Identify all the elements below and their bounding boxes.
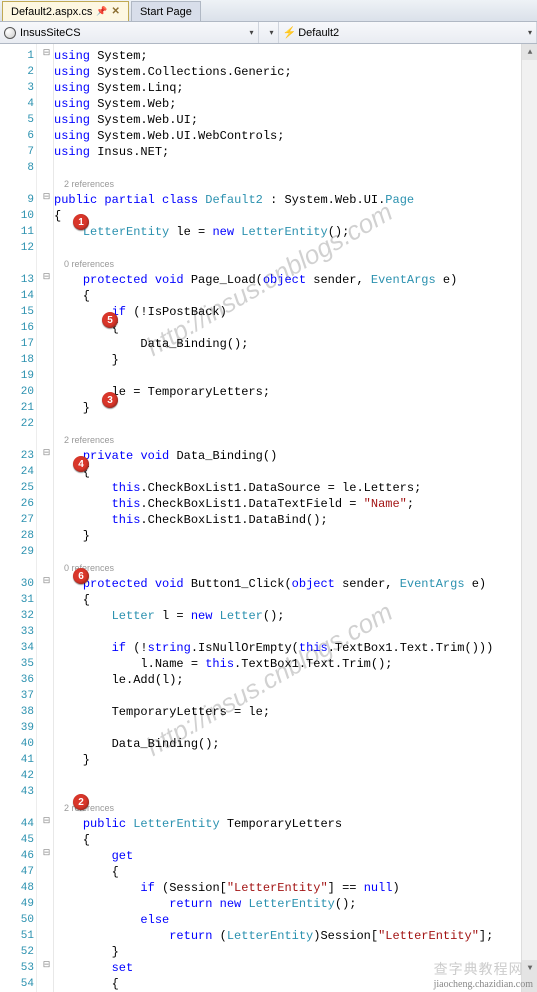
code-line[interactable]: this.CheckBoxList1.DataTextField = "Name… (54, 496, 537, 512)
code-line[interactable]: { (54, 864, 537, 880)
code-line[interactable]: { (54, 208, 537, 224)
fold-toggle[interactable]: ⊟ (41, 848, 52, 858)
code-line[interactable]: Data_Binding(); (54, 736, 537, 752)
code-editor[interactable]: 1234567891011121314151617181920212223242… (0, 44, 537, 992)
chevron-down-icon: ▾ (528, 28, 532, 37)
codelens-reference[interactable]: 0 references (54, 256, 537, 272)
lightning-icon: ⚡ (283, 26, 297, 39)
annotation-badge-6: 6 (73, 568, 89, 584)
line-number-gutter: 1234567891011121314151617181920212223242… (0, 44, 40, 992)
code-line[interactable]: { (54, 288, 537, 304)
code-line[interactable]: get (54, 848, 537, 864)
annotation-badge-5: 5 (102, 312, 118, 328)
code-line[interactable]: { (54, 320, 537, 336)
tab-label: Start Page (140, 6, 192, 18)
code-line[interactable]: using System.Web; (54, 96, 537, 112)
fold-toggle[interactable]: ⊟ (41, 448, 52, 458)
tab-active-file[interactable]: Default2.aspx.cs 📌 ✕ (2, 1, 129, 21)
code-line[interactable]: using System; (54, 48, 537, 64)
fold-toggle[interactable]: ⊟ (41, 272, 52, 282)
code-line[interactable]: using System.Collections.Generic; (54, 64, 537, 80)
fold-toggle[interactable]: ⊟ (41, 576, 52, 586)
code-line[interactable]: protected void Button1_Click(object send… (54, 576, 537, 592)
code-line[interactable]: LetterEntity le = new LetterEntity(); (54, 224, 537, 240)
tab-label: Default2.aspx.cs (11, 6, 92, 18)
code-line[interactable]: Data_Binding(); (54, 336, 537, 352)
code-area[interactable]: using System;using System.Collections.Ge… (54, 44, 537, 992)
document-tab-bar: Default2.aspx.cs 📌 ✕ Start Page (0, 0, 537, 22)
code-line[interactable]: { (54, 464, 537, 480)
footer-watermark: 查字典教程网 jiaocheng.chazidian.com (434, 959, 533, 990)
fold-toggle[interactable]: ⊟ (41, 816, 52, 826)
pin-icon[interactable]: 📌 (96, 6, 107, 17)
code-line[interactable]: using Insus.NET; (54, 144, 537, 160)
nav-project-label: InsusSiteCS (20, 27, 81, 39)
fold-toggle[interactable]: ⊟ (41, 960, 52, 970)
code-line[interactable]: { (54, 832, 537, 848)
codelens-reference[interactable]: 2 references (54, 800, 537, 816)
code-line[interactable]: TemporaryLetters = le; (54, 704, 537, 720)
annotation-badge-2: 2 (73, 794, 89, 810)
codelens-reference[interactable]: 2 references (54, 432, 537, 448)
fold-toggle[interactable]: ⊟ (41, 48, 52, 58)
chevron-down-icon: ▾ (249, 28, 253, 37)
code-line[interactable]: if (!string.IsNullOrEmpty(this.TextBox1.… (54, 640, 537, 656)
code-line[interactable]: else (54, 912, 537, 928)
code-line[interactable]: this.CheckBoxList1.DataBind(); (54, 512, 537, 528)
code-line[interactable]: } (54, 944, 537, 960)
scroll-up-icon[interactable]: ▲ (522, 44, 537, 60)
annotation-badge-1: 1 (73, 214, 89, 230)
code-line[interactable]: } (54, 352, 537, 368)
code-line[interactable]: } (54, 400, 537, 416)
code-line[interactable]: using System.Web.UI; (54, 112, 537, 128)
nav-member-dropdown[interactable]: ⚡ Default2 ▾ (279, 22, 537, 43)
code-line[interactable]: le.Add(l); (54, 672, 537, 688)
nav-project-dropdown[interactable]: InsusSiteCS ▾ (0, 22, 259, 43)
code-line[interactable]: l.Name = this.TextBox1.Text.Trim(); (54, 656, 537, 672)
navigation-bar: InsusSiteCS ▾ ▾ ⚡ Default2 ▾ (0, 22, 537, 44)
code-line[interactable]: public LetterEntity TemporaryLetters (54, 816, 537, 832)
globe-icon (4, 27, 16, 39)
annotation-badge-4: 4 (73, 456, 89, 472)
nav-separator: ▾ (259, 22, 279, 43)
vertical-scrollbar[interactable]: ▲ ▼ (521, 44, 537, 992)
close-icon[interactable]: ✕ (112, 6, 120, 17)
code-line[interactable]: return new LetterEntity(); (54, 896, 537, 912)
code-line[interactable]: private void Data_Binding() (54, 448, 537, 464)
code-line[interactable]: using System.Web.UI.WebControls; (54, 128, 537, 144)
fold-gutter: ⊟ ⊟ ⊟ ⊟ ⊟ ⊟ ⊟ ⊟ (40, 44, 54, 992)
tab-start-page[interactable]: Start Page (131, 1, 201, 21)
code-line[interactable]: } (54, 528, 537, 544)
code-line[interactable]: return (LetterEntity)Session["LetterEnti… (54, 928, 537, 944)
code-line[interactable]: Letter l = new Letter(); (54, 608, 537, 624)
code-line[interactable]: if (Session["LetterEntity"] == null) (54, 880, 537, 896)
annotation-badge-3: 3 (102, 392, 118, 408)
code-line[interactable]: } (54, 752, 537, 768)
code-line[interactable]: if (!IsPostBack) (54, 304, 537, 320)
nav-member-label: Default2 (298, 27, 339, 39)
fold-toggle[interactable]: ⊟ (41, 192, 52, 202)
codelens-reference[interactable]: 0 references (54, 560, 537, 576)
codelens-reference[interactable]: 2 references (54, 176, 537, 192)
code-line[interactable]: this.CheckBoxList1.DataSource = le.Lette… (54, 480, 537, 496)
code-line[interactable]: le = TemporaryLetters; (54, 384, 537, 400)
code-line[interactable]: { (54, 592, 537, 608)
code-line[interactable]: using System.Linq; (54, 80, 537, 96)
code-line[interactable]: public partial class Default2 : System.W… (54, 192, 537, 208)
code-line[interactable]: protected void Page_Load(object sender, … (54, 272, 537, 288)
